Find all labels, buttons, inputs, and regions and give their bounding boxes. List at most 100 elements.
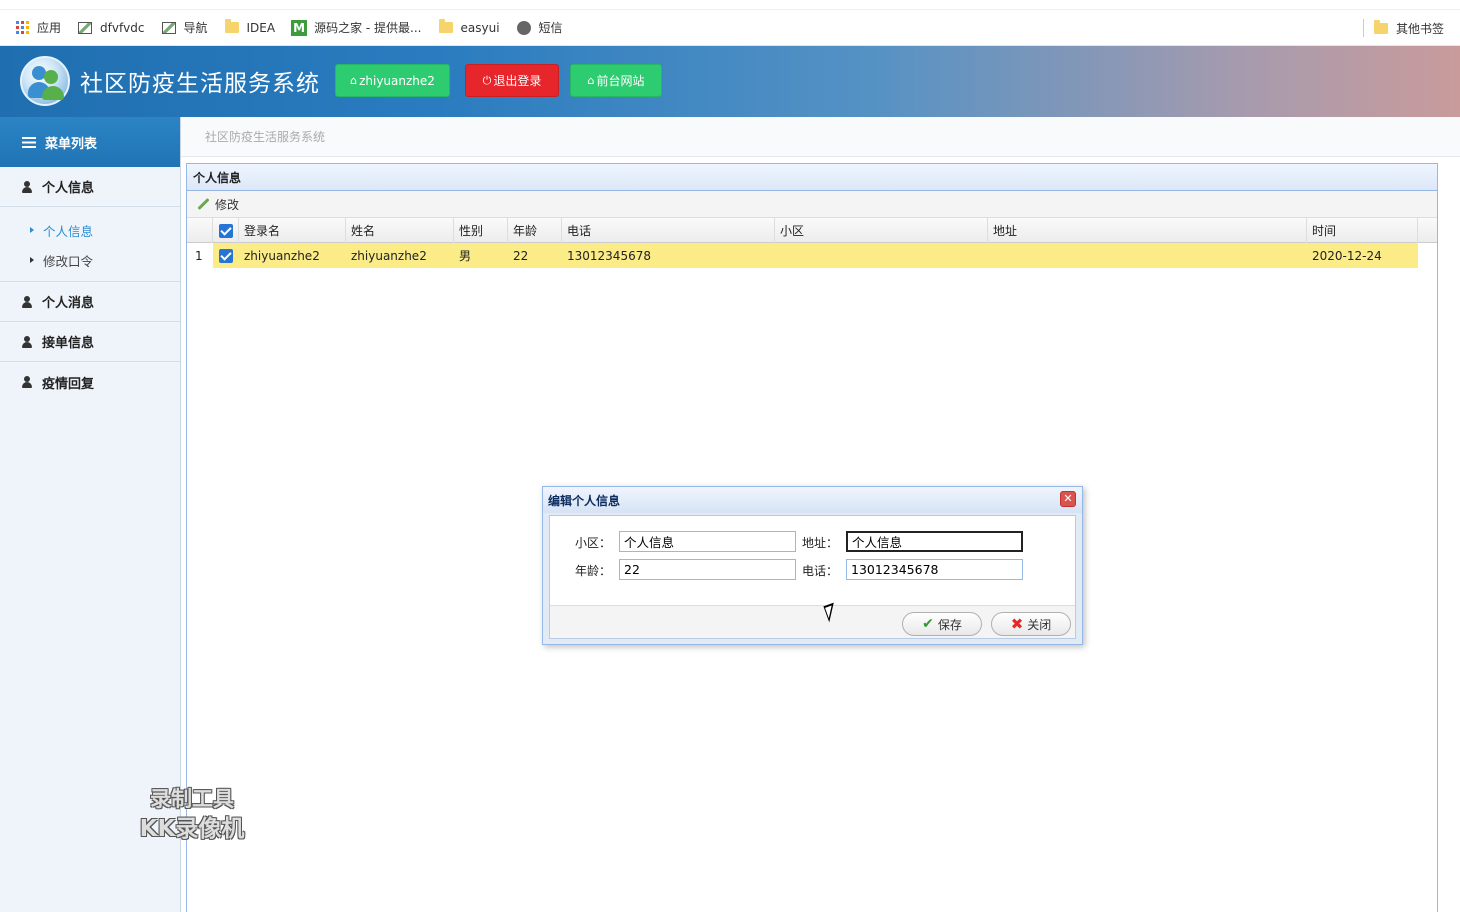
age-field[interactable]: 22 xyxy=(619,559,796,580)
select-all-checkbox[interactable] xyxy=(213,218,239,243)
column-header[interactable]: 电话 xyxy=(562,218,775,243)
close-icon[interactable]: ✕ xyxy=(1060,491,1076,507)
sidebar-item-label: 个人信息 xyxy=(43,223,94,239)
panel-title: 个人信息 xyxy=(187,164,1437,191)
table-row[interactable]: 1 zhiyuanzhe2 zhiyuanzhe2 男 22 130123456… xyxy=(187,243,1418,268)
cell-login-name: zhiyuanzhe2 xyxy=(244,248,320,263)
bookmark-dfvfvdc[interactable]: dfvfvdc xyxy=(77,20,145,36)
edit-button-label: 修改 xyxy=(215,197,240,212)
power-icon: ⏻ xyxy=(482,73,492,87)
image-icon xyxy=(77,20,93,36)
bookmarks-bar: 应用 dfvfvdc 导航 IDEA M 源码之家 - 提供最... easyu… xyxy=(0,10,1460,46)
sidebar-submenu: 个人信息 修改口令 xyxy=(0,207,180,282)
bookmark-idea[interactable]: IDEA xyxy=(224,19,276,36)
menu-header: 菜单列表 xyxy=(0,117,180,167)
check-icon: ✔ xyxy=(922,616,934,632)
system-title: 社区防疫生活服务系统 xyxy=(80,71,320,97)
user-icon xyxy=(22,180,32,193)
bookmark-apps[interactable]: 应用 xyxy=(14,19,61,36)
home-icon: ⌂ xyxy=(587,74,595,87)
user-icon xyxy=(22,335,32,348)
cell-address xyxy=(988,243,1307,268)
bookmark-label: easyui xyxy=(460,20,500,35)
breadcrumb: 社区防疫生活服务系统 xyxy=(181,117,1460,157)
sidebar-group-personal-messages[interactable]: 个人消息 xyxy=(0,282,180,322)
column-header[interactable]: 地址 xyxy=(988,218,1307,243)
user-icon xyxy=(22,376,32,388)
home-icon: ⌂ xyxy=(350,74,358,87)
grid-toolbar: 修改 xyxy=(187,191,1437,218)
edit-button[interactable]: 修改 xyxy=(197,196,239,213)
folder-icon xyxy=(224,19,240,36)
watermark-line1: 录制工具 xyxy=(150,787,234,811)
bookmark-sms[interactable]: 短信 xyxy=(516,19,563,36)
dialog-footer: ✔ 保存 ✖ 关闭 xyxy=(550,605,1075,638)
row-number: 1 xyxy=(187,243,213,268)
sidebar-group-label: 接单信息 xyxy=(42,336,95,351)
caret-right-icon xyxy=(30,227,34,233)
image-icon xyxy=(161,20,177,36)
checkbox-checked-icon xyxy=(219,248,233,263)
cell-community xyxy=(775,243,988,268)
address-field[interactable]: 个人信息 xyxy=(846,531,1023,552)
folder-icon xyxy=(438,19,454,36)
cell-time: 2020-12-24 xyxy=(1312,248,1382,263)
column-header[interactable]: 性别 xyxy=(454,218,508,243)
sidebar-group-epidemic-reply[interactable]: 疫情回复 xyxy=(0,362,180,402)
grid-header: 登录名 姓名 性别 年龄 电话 小区 地址 时间 xyxy=(187,218,1437,243)
phone-label: 电话： xyxy=(802,564,839,578)
globe-icon xyxy=(516,20,532,36)
watermark-line2: KK录像机 xyxy=(139,816,245,842)
pencil-icon xyxy=(197,198,210,211)
address-bar-strip xyxy=(0,0,1460,10)
phone-field[interactable]: 13012345678 xyxy=(846,559,1023,580)
sidebar-item-personal-info[interactable]: 个人信息 xyxy=(0,215,180,245)
cross-icon: ✖ xyxy=(1010,615,1024,633)
logout-button[interactable]: ⏻ 退出登录 xyxy=(465,64,559,97)
recorder-watermark: 录制工具 KK录像机 xyxy=(122,784,262,844)
sidebar-item-change-password[interactable]: 修改口令 xyxy=(0,245,180,275)
bookmark-easyui[interactable]: easyui xyxy=(438,19,500,36)
users-logo-icon xyxy=(20,56,70,106)
edit-info-dialog: 编辑个人信息 ✕ 小区： 个人信息 地址： 个人信息 年龄： 22 电话： 13… xyxy=(542,486,1083,645)
close-button[interactable]: ✖ 关闭 xyxy=(991,612,1071,636)
sidebar-group-personal-info[interactable]: 个人信息 xyxy=(0,167,180,207)
cell-age: 22 xyxy=(513,248,529,263)
user-button-label: zhiyuanzhe2 xyxy=(359,73,435,88)
bookmark-nav[interactable]: 导航 xyxy=(161,19,208,36)
address-label: 地址： xyxy=(802,536,839,550)
apps-grid-icon xyxy=(14,20,30,36)
bookmark-label: 应用 xyxy=(37,21,62,35)
other-bookmarks-label: 其他书签 xyxy=(1395,21,1444,36)
row-checkbox[interactable] xyxy=(213,243,239,268)
community-field[interactable]: 个人信息 xyxy=(619,531,796,552)
list-icon xyxy=(22,136,36,148)
front-site-button[interactable]: ⌂ 前台网站 xyxy=(570,64,662,97)
folder-icon xyxy=(1373,19,1388,34)
m-site-icon: M xyxy=(291,19,308,36)
column-header[interactable]: 登录名 xyxy=(239,218,346,243)
save-button[interactable]: ✔ 保存 xyxy=(902,612,982,636)
app-header: 社区防疫生活服务系统 ⌂ zhiyuanzhe2 ⏻ 退出登录 ⌂ 前台网站 xyxy=(0,46,1460,117)
sidebar-item-label: 修改口令 xyxy=(43,253,94,269)
sidebar-group-label: 个人信息 xyxy=(42,181,95,196)
community-label: 小区： xyxy=(575,536,612,550)
front-site-button-label: 前台网站 xyxy=(596,74,645,88)
column-header[interactable]: 小区 xyxy=(775,218,988,243)
sidebar-group-orders[interactable]: 接单信息 xyxy=(0,322,180,362)
bookmark-label: 源码之家 - 提供最... xyxy=(314,21,422,35)
user-button[interactable]: ⌂ zhiyuanzhe2 xyxy=(335,64,450,97)
column-header[interactable]: 年龄 xyxy=(508,218,562,243)
bookmark-code-home[interactable]: M 源码之家 - 提供最... xyxy=(291,19,422,36)
sidebar-group-label: 疫情回复 xyxy=(42,376,95,392)
column-header[interactable]: 姓名 xyxy=(346,218,454,243)
column-header[interactable]: 时间 xyxy=(1307,218,1418,243)
dialog-title: 编辑个人信息 xyxy=(543,487,1082,513)
bookmark-label: IDEA xyxy=(246,20,276,35)
caret-right-icon xyxy=(30,257,34,263)
cell-gender: 男 xyxy=(459,249,472,263)
other-bookmarks[interactable]: 其他书签 xyxy=(1362,10,1444,46)
dialog-body: 小区： 个人信息 地址： 个人信息 年龄： 22 电话： 13012345678… xyxy=(549,515,1076,639)
row-number-header xyxy=(187,218,213,243)
age-label: 年龄： xyxy=(575,564,612,578)
